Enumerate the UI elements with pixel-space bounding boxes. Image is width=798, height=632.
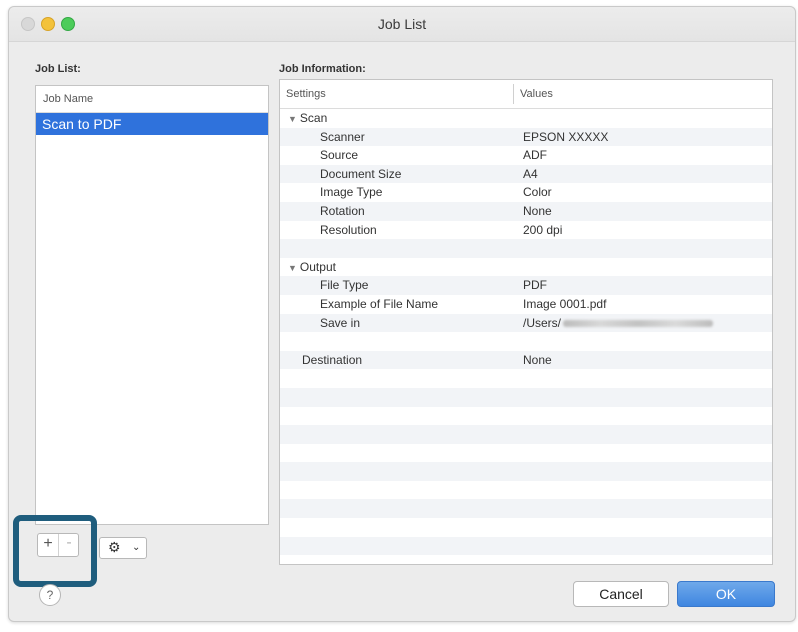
- setting-value-text: EPSON XXXXX: [523, 129, 609, 144]
- setting-value: Color: [523, 185, 552, 199]
- disclosure-triangle-icon[interactable]: ▼: [288, 114, 297, 124]
- add-job-button[interactable]: +: [38, 535, 58, 553]
- window-title: Job List: [377, 16, 427, 32]
- help-button[interactable]: ?: [39, 584, 61, 606]
- setting-value-text: None: [523, 352, 552, 367]
- setting-value: None: [523, 353, 552, 367]
- setting-value-text: A4: [523, 166, 538, 181]
- table-row[interactable]: [280, 425, 772, 444]
- cancel-button[interactable]: Cancel: [573, 581, 669, 607]
- table-row[interactable]: Source ADF: [280, 146, 772, 165]
- setting-key: Rotation: [320, 203, 365, 218]
- table-row[interactable]: [280, 462, 772, 481]
- table-row[interactable]: [280, 444, 772, 463]
- setting-key: Document Size: [320, 166, 402, 181]
- group-label: Scan: [299, 111, 328, 125]
- group-header: ▼ Output: [288, 260, 336, 274]
- job-list-window: Job List Job List: Job Information: Job …: [8, 6, 796, 622]
- setting-value: /Users/: [523, 315, 714, 330]
- job-info-rows: ▼ Scan Scanner EPSON XXXXX Source ADF Document…: [280, 109, 772, 556]
- setting-value: Image 0001.pdf: [523, 297, 606, 311]
- setting-key: Destination: [302, 352, 363, 367]
- actions-menu-button[interactable]: ⚙ ⌄: [99, 537, 147, 559]
- add-remove-control: + -: [37, 533, 79, 557]
- table-row[interactable]: [280, 239, 772, 258]
- setting-key: Image Type: [320, 185, 383, 200]
- table-row[interactable]: ▼ Output: [280, 258, 772, 277]
- setting-key: Scanner: [320, 129, 365, 144]
- group-header: ▼ Scan: [288, 111, 327, 125]
- table-row[interactable]: [280, 407, 772, 426]
- job-information-table: Settings Values ▼ Scan Scanner EPSON XXXXX S…: [279, 79, 773, 565]
- table-row[interactable]: [280, 536, 772, 556]
- table-row[interactable]: Resolution 200 dpi: [280, 221, 772, 240]
- settings-column-header[interactable]: Settings: [286, 88, 326, 100]
- setting-value: 200 dpi: [523, 223, 562, 237]
- job-list-item[interactable]: Scan to PDF: [36, 113, 268, 135]
- job-list-table: Job Name Scan to PDF: [35, 85, 269, 525]
- gear-icon: ⚙: [108, 539, 121, 555]
- title-bar: Job List: [9, 7, 795, 42]
- table-row[interactable]: Example of File Name Image 0001.pdf: [280, 295, 772, 314]
- table-row[interactable]: [280, 518, 772, 537]
- setting-value-text: ADF: [523, 148, 547, 163]
- job-information-label: Job Information:: [279, 63, 366, 75]
- table-row[interactable]: Destination None: [280, 350, 772, 370]
- setting-value-text: 200 dpi: [523, 222, 563, 237]
- table-row[interactable]: Save in/Users/: [280, 313, 772, 333]
- column-separator: [513, 84, 514, 104]
- table-row[interactable]: [280, 332, 772, 351]
- setting-value-text: Color: [523, 185, 552, 200]
- table-row[interactable]: Image Type Color: [280, 183, 772, 202]
- table-row[interactable]: ▼ Scan: [280, 109, 772, 128]
- job-list-label: Job List:: [35, 63, 81, 75]
- ok-button[interactable]: OK: [677, 581, 775, 607]
- setting-key: Resolution: [320, 222, 377, 237]
- setting-value: None: [523, 204, 552, 218]
- setting-key: Example of File Name: [320, 296, 439, 311]
- values-column-header[interactable]: Values: [520, 88, 553, 100]
- job-info-header: Settings Values: [280, 80, 772, 109]
- table-row[interactable]: [280, 387, 772, 407]
- setting-key: File Type: [320, 278, 369, 293]
- setting-value-text: None: [523, 203, 552, 218]
- remove-job-button[interactable]: -: [58, 534, 79, 556]
- setting-value-text: PDF: [523, 278, 547, 293]
- table-row[interactable]: Document Size A4: [280, 164, 772, 184]
- table-row[interactable]: [280, 369, 772, 388]
- setting-key: Source: [320, 148, 359, 163]
- table-row[interactable]: [280, 499, 772, 519]
- setting-value-text: Image 0001.pdf: [523, 296, 607, 311]
- setting-value: A4: [523, 167, 538, 181]
- setting-key: Save in: [320, 315, 361, 330]
- setting-value: PDF: [523, 278, 547, 292]
- table-row[interactable]: Rotation None: [280, 201, 772, 221]
- group-label: Output: [299, 259, 336, 274]
- table-row[interactable]: [280, 481, 772, 500]
- table-row[interactable]: File Type PDF: [280, 276, 772, 295]
- job-name-column-header[interactable]: Job Name: [36, 86, 268, 113]
- setting-value: ADF: [523, 148, 547, 162]
- setting-value-text: /Users/: [523, 315, 562, 330]
- setting-value: EPSON XXXXX: [523, 130, 608, 144]
- disclosure-triangle-icon[interactable]: ▼: [288, 263, 297, 273]
- chevron-down-icon: ⌄: [132, 542, 141, 553]
- redacted-path: [563, 319, 714, 327]
- table-row[interactable]: Scanner EPSON XXXXX: [280, 127, 772, 147]
